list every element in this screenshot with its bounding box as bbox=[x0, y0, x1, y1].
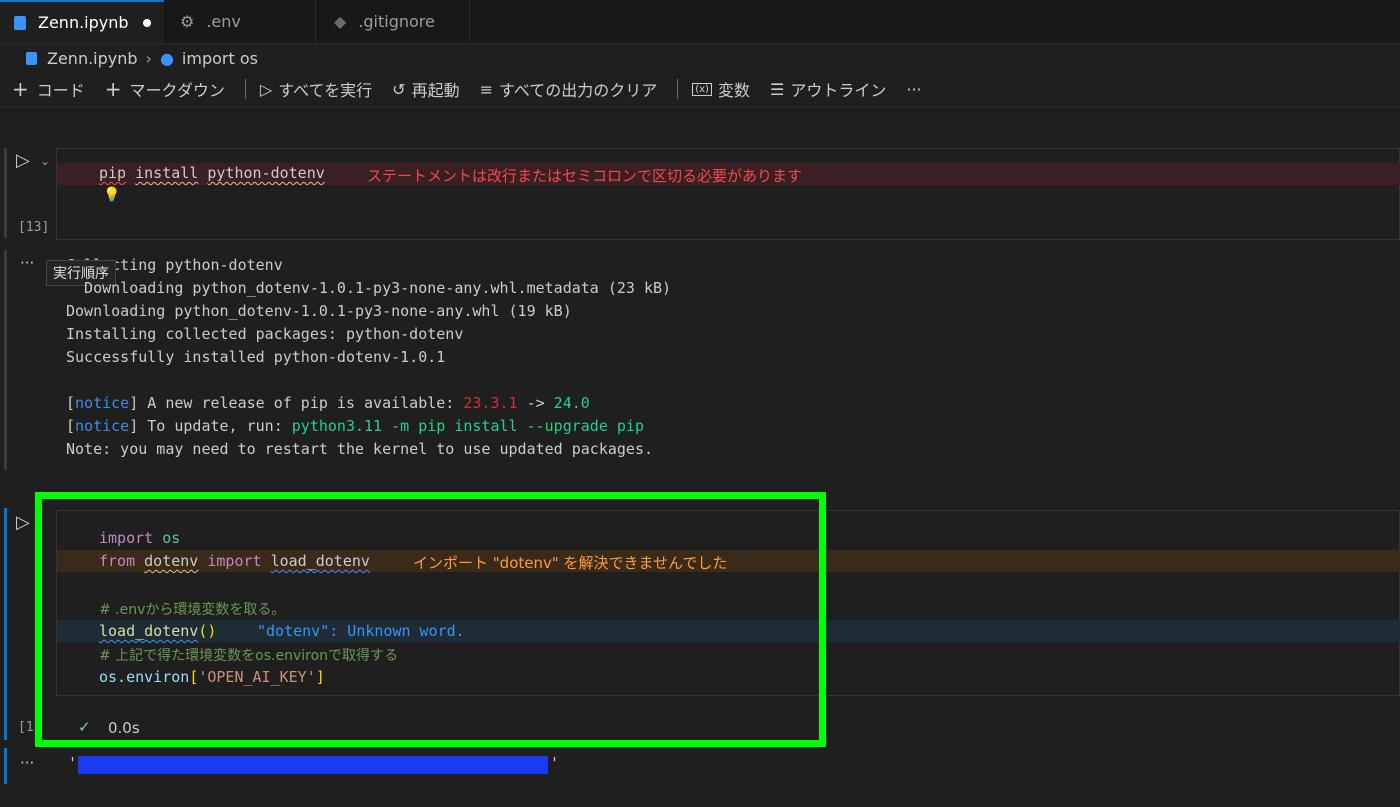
more-actions-label: ··· bbox=[906, 79, 922, 99]
execution-count: [1 bbox=[18, 720, 34, 735]
editor-tab-bar: Zenn.ipynb ⚙ .env ◆ .gitignore bbox=[0, 0, 1400, 44]
token-install: install bbox=[135, 164, 199, 182]
run-all-button[interactable]: ▷ すべてを実行 bbox=[260, 77, 372, 101]
output-line: Note: you may need to restart the kernel… bbox=[66, 440, 653, 458]
cell-editor[interactable]: pip install python-dotenv ステートメントは改行またはセ… bbox=[56, 148, 1400, 240]
output-quote-close: ' bbox=[550, 754, 560, 772]
redaction-bar bbox=[78, 756, 548, 774]
notice-tag: notice bbox=[75, 394, 130, 412]
notebook-icon bbox=[26, 51, 37, 65]
outline-label: アウトライン bbox=[790, 81, 887, 100]
restart-button[interactable]: ↺ 再起動 bbox=[392, 77, 459, 101]
toolbar-divider bbox=[244, 79, 246, 99]
notice-text: A new release of pip is available: bbox=[138, 394, 464, 412]
cell-output-2: ··· ' ' bbox=[0, 748, 1400, 788]
notice-tag: notice bbox=[75, 417, 130, 435]
inline-error-message: ステートメントは改行またはセミコロンで区切る必要があります bbox=[367, 167, 803, 185]
clear-all-icon: ≡ bbox=[479, 79, 493, 99]
token-package: python-dotenv bbox=[207, 164, 325, 182]
variables-label: 変数 bbox=[717, 81, 750, 100]
clear-outputs-button[interactable]: ≡ すべての出力のクリア bbox=[480, 77, 658, 101]
more-actions-button[interactable]: ··· bbox=[906, 80, 921, 99]
cell-focus-bar bbox=[4, 508, 7, 740]
annotation-highlight-box bbox=[35, 492, 826, 747]
outline-icon: ☰ bbox=[769, 79, 785, 99]
cell-focus-bar bbox=[4, 148, 7, 238]
gear-icon: ⚙ bbox=[180, 12, 195, 31]
notebook-icon bbox=[14, 15, 26, 30]
run-options-chevron-icon[interactable]: ⌄ bbox=[40, 154, 50, 168]
lightbulb-icon[interactable]: 💡 bbox=[103, 187, 120, 203]
code-line: pip install python-dotenv bbox=[99, 164, 325, 182]
token-pip: pip bbox=[99, 164, 127, 182]
tab-gitignore[interactable]: ◆ .gitignore bbox=[316, 0, 470, 43]
restart-label: 再起動 bbox=[411, 81, 460, 100]
breadcrumb-cell[interactable]: import os bbox=[182, 49, 258, 68]
output-more-icon[interactable]: ··· bbox=[20, 254, 34, 272]
execution-count: [13] bbox=[18, 220, 50, 235]
output-focus-bar bbox=[4, 250, 7, 470]
tab-env[interactable]: ⚙ .env bbox=[164, 0, 316, 43]
unsaved-dot-icon[interactable] bbox=[142, 18, 151, 27]
add-code-label: コード bbox=[36, 81, 85, 100]
tab-zenn-ipynb[interactable]: Zenn.ipynb bbox=[0, 0, 164, 43]
outline-button[interactable]: ☰ アウトライン bbox=[770, 77, 886, 101]
old-version: 23.3.1 bbox=[463, 394, 518, 412]
tab-label: .gitignore bbox=[358, 12, 435, 31]
add-code-button[interactable]: + コード bbox=[12, 77, 85, 101]
clear-outputs-label: すべての出力のクリア bbox=[498, 81, 658, 100]
add-markdown-label: マークダウン bbox=[129, 81, 225, 100]
notice-line-2: [notice] To update, run: python3.11 -m p… bbox=[66, 417, 644, 435]
run-all-label: すべてを実行 bbox=[278, 81, 373, 100]
python-icon: ● bbox=[159, 48, 174, 68]
output-more-icon[interactable]: ··· bbox=[20, 754, 34, 772]
output-line: Installing collected packages: python-do… bbox=[66, 325, 464, 343]
plus-icon: + bbox=[104, 77, 122, 101]
output-quote-open: ' bbox=[68, 754, 78, 772]
notebook-toolbar: + コード + マークダウン ▷ すべてを実行 ↺ 再起動 ≡ すべての出力のク… bbox=[0, 72, 1400, 107]
tab-label: .env bbox=[206, 12, 241, 31]
arrow-text: -> bbox=[517, 394, 554, 412]
breadcrumb-file[interactable]: Zenn.ipynb bbox=[47, 49, 138, 68]
code-cell-1[interactable]: ▷ ⌄ [13] pip install python-dotenv ステートメ… bbox=[0, 148, 1400, 243]
variables-icon: (x) bbox=[692, 82, 712, 96]
notice-text: To update, run: bbox=[138, 417, 292, 435]
new-version: 24.0 bbox=[553, 394, 590, 412]
variables-button[interactable]: (x) 変数 bbox=[692, 77, 750, 101]
toolbar-divider bbox=[677, 79, 679, 99]
output-focus-bar bbox=[4, 748, 7, 784]
plus-icon: + bbox=[12, 77, 29, 101]
restart-icon: ↺ bbox=[392, 79, 406, 99]
upgrade-command: python3.11 -m pip install --upgrade pip bbox=[291, 417, 644, 435]
run-cell-button[interactable]: ▷ bbox=[16, 512, 30, 533]
add-markdown-button[interactable]: + マークダウン bbox=[105, 77, 225, 101]
output-line: Downloading python_dotenv-1.0.1-py3-none… bbox=[66, 302, 572, 320]
cell-output-1: ··· Collecting python-dotenv 実行順序 Downlo… bbox=[0, 250, 1400, 475]
run-cell-button[interactable]: ▷ bbox=[16, 150, 30, 171]
git-icon: ◆ bbox=[334, 12, 347, 31]
chevron-right-icon: › bbox=[145, 48, 152, 68]
tab-label: Zenn.ipynb bbox=[38, 13, 129, 32]
output-line: Successfully installed python-dotenv-1.0… bbox=[66, 348, 446, 366]
breadcrumb: Zenn.ipynb › ● import os bbox=[0, 44, 1400, 72]
run-all-icon: ▷ bbox=[259, 79, 273, 99]
output-line: Downloading python_dotenv-1.0.1-py3-none… bbox=[66, 279, 672, 297]
notice-line-1: [notice] A new release of pip is availab… bbox=[66, 394, 590, 412]
